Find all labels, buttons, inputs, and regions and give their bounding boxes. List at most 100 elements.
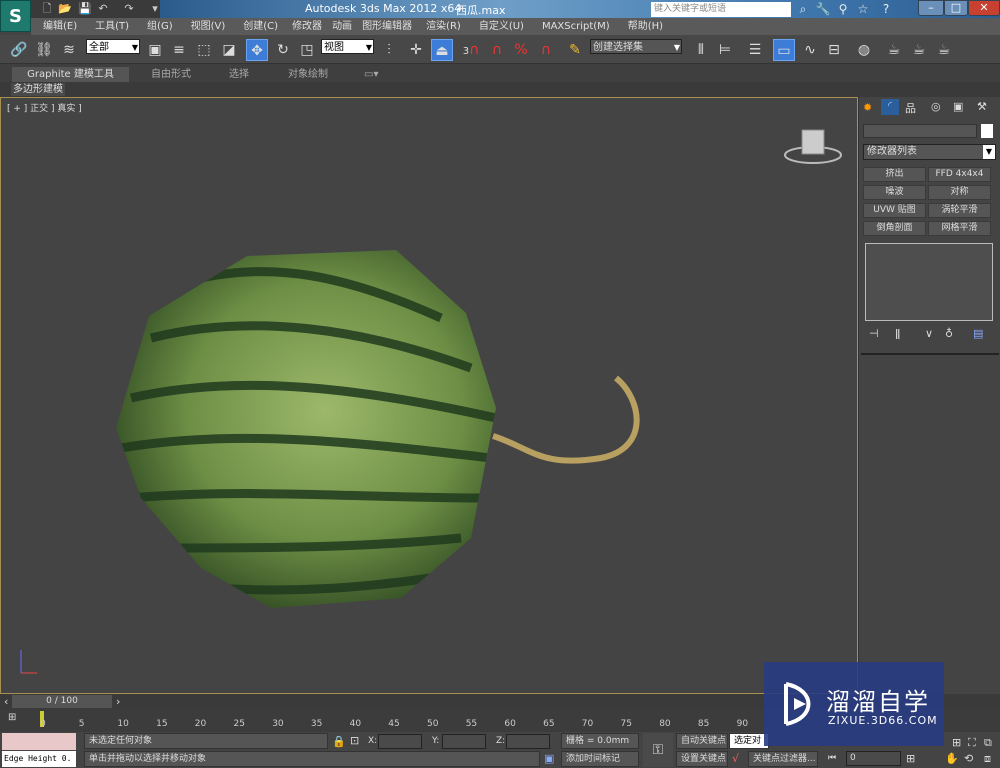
menu-tools[interactable]: 工具(T) xyxy=(95,18,129,35)
select-rotate-icon[interactable]: ↻ xyxy=(272,39,294,61)
rectangular-selection-icon[interactable]: ⬚ xyxy=(193,39,215,61)
zoom-extents-icon[interactable]: ⊞ xyxy=(952,736,961,749)
menu-rendering[interactable]: 渲染(R) xyxy=(426,18,461,35)
object-color-swatch[interactable] xyxy=(981,124,993,138)
z-coordinate-input[interactable] xyxy=(506,734,550,749)
go-to-start-icon[interactable]: ⏮ xyxy=(828,753,836,763)
snap-toggle-icon[interactable]: 3∩ xyxy=(460,39,482,61)
minimize-button[interactable]: – xyxy=(918,0,944,16)
new-file-icon[interactable]: 🗋 xyxy=(40,2,54,15)
modifier-turbosmooth-button[interactable]: 涡轮平滑 xyxy=(928,203,991,218)
select-object-icon[interactable]: ▣ xyxy=(144,39,166,61)
window-crossing-icon[interactable]: ◪ xyxy=(218,39,240,61)
spinner-snap-icon[interactable]: ∩ xyxy=(535,39,557,61)
time-tag-icon[interactable]: ▣ xyxy=(544,752,554,765)
modifier-meshsmooth-button[interactable]: 网格平滑 xyxy=(928,221,991,236)
modifier-bevel-profile-button[interactable]: 倒角剖面 xyxy=(863,221,926,236)
save-icon[interactable]: 💾 xyxy=(78,2,92,15)
viewcube-icon[interactable] xyxy=(784,129,842,164)
rendered-frame-window-icon[interactable]: ☕ xyxy=(908,39,930,61)
angle-snap-icon[interactable]: ∩ xyxy=(486,39,508,61)
key-mode-dropdown[interactable]: 选定对象 xyxy=(729,733,769,749)
maxscript-listener-input[interactable]: Edge Height 0.( xyxy=(2,751,76,767)
render-setup-icon[interactable]: ☕ xyxy=(883,39,905,61)
undo-icon[interactable]: ↶ xyxy=(96,2,110,15)
edit-named-selection-icon[interactable]: ✎ xyxy=(564,39,586,61)
tab-polygon-modeling[interactable]: 多边形建模 xyxy=(11,83,65,96)
modifier-symmetry-button[interactable]: 对称 xyxy=(928,185,991,200)
maxscript-listener-top[interactable] xyxy=(2,733,76,750)
modify-tab-icon[interactable]: ◜ xyxy=(881,99,899,115)
menu-modifiers[interactable]: 修改器 xyxy=(292,18,322,35)
app-logo-icon[interactable]: S xyxy=(0,0,31,32)
absolute-mode-icon[interactable]: ⊡ xyxy=(350,734,359,747)
manipulate-icon[interactable]: ✛ xyxy=(405,39,427,61)
current-frame-input[interactable]: 0 xyxy=(846,751,901,766)
menu-edit[interactable]: 编辑(E) xyxy=(43,18,77,35)
motion-tab-icon[interactable]: ◎ xyxy=(931,100,941,113)
show-end-result-icon[interactable]: ǁ xyxy=(895,327,900,340)
ribbon-options-icon[interactable]: ▭▾ xyxy=(364,67,378,82)
binoculars-icon[interactable]: ⌕ xyxy=(795,2,811,16)
pivot-center-icon[interactable]: ⫶ xyxy=(378,39,400,61)
search-input[interactable]: 键入关键字或短语 xyxy=(651,2,791,17)
align-icon[interactable]: ⊨ xyxy=(714,39,736,61)
layer-manager-icon[interactable]: ☰ xyxy=(744,39,766,61)
select-scale-icon[interactable]: ◳ xyxy=(296,39,318,61)
hierarchy-tab-icon[interactable]: 品 xyxy=(905,100,916,116)
zoom-all-icon[interactable]: ⧉ xyxy=(984,736,992,750)
redo-icon[interactable]: ↷ xyxy=(122,2,136,15)
create-tab-icon[interactable]: ✹ xyxy=(863,101,872,114)
add-time-tag-button[interactable]: 添加时间标记 xyxy=(561,751,639,767)
percent-snap-icon[interactable]: % xyxy=(510,39,532,61)
wrench-icon[interactable]: 🔧 xyxy=(815,2,831,16)
satellite-icon[interactable]: ⚲ xyxy=(835,2,851,16)
key-filters-button[interactable]: 关键点过滤器... xyxy=(748,751,818,767)
mirror-icon[interactable]: ⫴ xyxy=(690,39,712,61)
menu-animation[interactable]: 动画 xyxy=(332,18,352,35)
modifier-extrude-button[interactable]: 挤出 xyxy=(863,167,926,182)
modifier-stack-list[interactable] xyxy=(865,243,993,321)
menu-graph-editors[interactable]: 图形编辑器 xyxy=(362,18,412,35)
field-of-view-icon[interactable]: ⛶ xyxy=(968,736,976,750)
remove-modifier-icon[interactable]: ♁ xyxy=(945,327,953,340)
utilities-tab-icon[interactable]: ⚒ xyxy=(977,100,987,113)
star-icon[interactable]: ☆ xyxy=(855,2,871,16)
graphite-toggle-icon[interactable]: ▭ xyxy=(773,39,795,61)
display-tab-icon[interactable]: ▣ xyxy=(953,100,963,113)
select-by-name-icon[interactable]: ≡ xyxy=(168,39,190,61)
watermelon-model[interactable] xyxy=(116,250,496,608)
maximize-button[interactable]: □ xyxy=(944,0,968,16)
time-config-icon[interactable]: ⊞ xyxy=(906,752,915,765)
auto-key-button[interactable]: 自动关键点 xyxy=(676,733,728,749)
object-name-input[interactable] xyxy=(863,124,977,138)
maximize-viewport-icon[interactable]: ⧈ xyxy=(984,752,991,766)
tab-object-paint[interactable]: 对象绘制 xyxy=(288,67,328,82)
render-production-icon[interactable]: ☕ xyxy=(933,39,955,61)
help-icon[interactable]: ? xyxy=(878,2,894,16)
viewport-perspective[interactable]: [ + ] 正交 ] 真实 ] xyxy=(0,97,858,694)
select-move-icon[interactable]: ✥ xyxy=(246,39,268,61)
menu-group[interactable]: 组(G) xyxy=(147,18,173,35)
pin-stack-icon[interactable]: ⊣ xyxy=(869,327,879,340)
schematic-view-icon[interactable]: ⊟ xyxy=(823,39,845,61)
set-key-button[interactable]: 设置关键点 xyxy=(676,751,728,767)
modifier-list-dropdown[interactable]: 修改器列表 ▼ xyxy=(863,144,996,160)
bind-spacewarp-icon[interactable]: ≋ xyxy=(58,39,80,61)
customize-dropdown-icon[interactable]: ▾ xyxy=(148,2,162,15)
pan-icon[interactable]: ✋ xyxy=(945,752,959,765)
modifier-ffd-button[interactable]: FFD 4x4x4 xyxy=(928,167,991,182)
curve-editor-icon[interactable]: ∿ xyxy=(799,39,821,61)
close-button[interactable]: ✕ xyxy=(968,0,1000,16)
tab-graphite-modeling[interactable]: Graphite 建模工具 xyxy=(12,67,129,82)
open-file-icon[interactable]: 📂 xyxy=(58,2,72,15)
unlink-icon[interactable]: ⛓ xyxy=(33,39,55,61)
configure-modifier-sets-icon[interactable]: ▤ xyxy=(973,327,983,340)
menu-customize[interactable]: 自定义(U) xyxy=(479,18,524,35)
menu-create[interactable]: 创建(C) xyxy=(243,18,278,35)
menu-help[interactable]: 帮助(H) xyxy=(628,18,663,35)
orbit-icon[interactable]: ⟲ xyxy=(964,752,973,765)
x-coordinate-input[interactable] xyxy=(378,734,422,749)
tab-freeform[interactable]: 自由形式 xyxy=(151,67,191,82)
reference-coordinate-dropdown[interactable]: 视图 ▼ xyxy=(321,39,374,54)
